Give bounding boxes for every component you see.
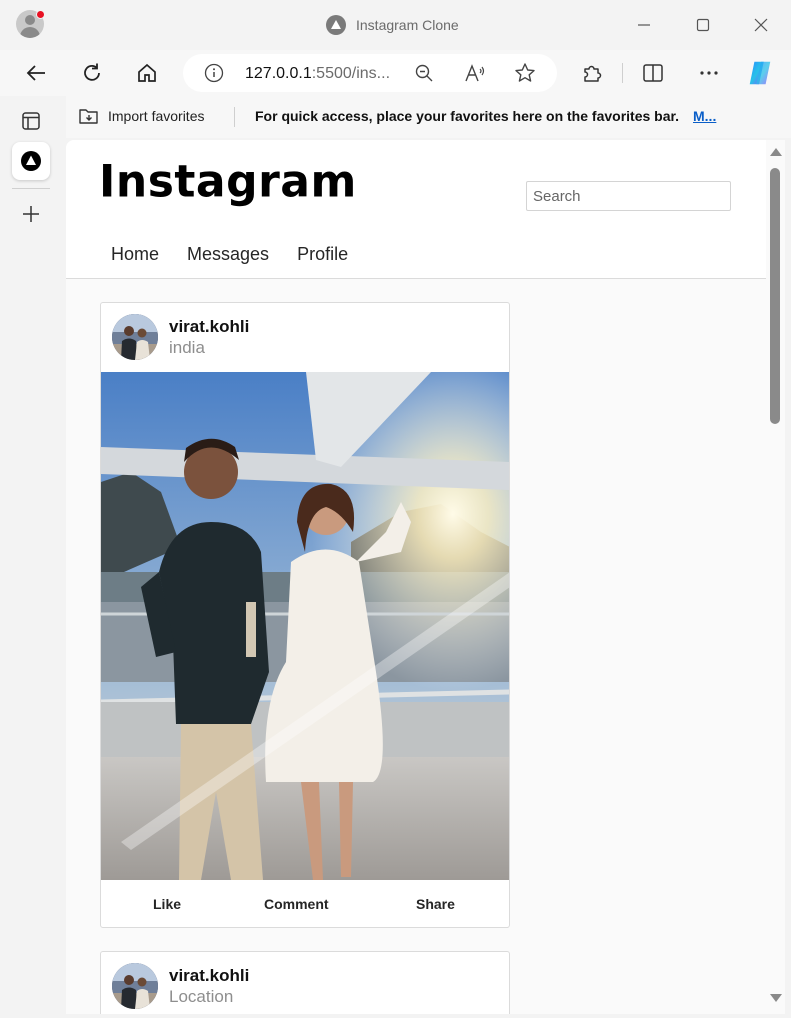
post-header: virat.kohli india [101,303,509,372]
site-favicon-icon [326,15,346,35]
new-tab-icon[interactable] [12,195,50,233]
post-location: india [169,338,205,357]
read-aloud-icon[interactable] [464,62,486,84]
search-input[interactable] [526,181,731,211]
scrollbar-thumb[interactable] [770,168,780,424]
vertical-tab-bar [0,96,62,1018]
import-favorites-icon [79,109,98,124]
zoom-out-icon[interactable] [413,62,435,84]
scroll-down-arrow-icon[interactable] [770,994,782,1002]
post-avatar[interactable] [112,963,158,1009]
maximize-button[interactable] [690,12,716,38]
scroll-up-arrow-icon[interactable] [770,148,782,156]
post-username[interactable]: virat.kohli [169,966,249,986]
split-screen-icon[interactable] [639,59,667,87]
post-photo[interactable] [101,372,510,880]
tab-actions-icon[interactable] [12,102,50,140]
copilot-icon[interactable] [746,59,774,87]
page-scrollbar[interactable] [766,140,785,1014]
favorites-more-link[interactable]: M... [693,108,716,124]
favorite-star-icon[interactable] [514,62,536,84]
nav-profile-link[interactable]: Profile [297,244,348,265]
import-favorites-label: Import favorites [108,108,205,124]
minimize-button[interactable] [631,12,657,38]
like-button[interactable]: Like [153,896,181,912]
favorites-hint: For quick access, place your favorites h… [255,108,680,124]
url-path: :5500/ins... [311,65,391,82]
nav-home-link[interactable]: Home [111,244,159,265]
post-actions: Like Comment Share [101,880,509,927]
home-button[interactable] [133,59,161,87]
window-title-bar: Instagram Clone [0,0,791,50]
vertical-tab-instagram[interactable] [12,142,50,180]
toolbar-divider [622,63,623,83]
address-bar[interactable]: 127.0.0.1:5500/ins... [183,54,557,92]
import-favorites-button[interactable]: Import favorites [78,106,204,126]
post-header: virat.kohli Location [101,952,509,1014]
url-text[interactable]: 127.0.0.1:5500/ins... [245,65,390,83]
post-card: virat.kohli india Like Comment Share [100,302,510,928]
sidebar-divider [12,188,50,189]
site-logo[interactable]: Instagram [99,155,357,207]
site-header: Instagram Home Messages Profile [66,140,766,279]
favorites-bar: Import favorites For quick access, place… [66,96,791,138]
post-location: Location [169,987,234,1006]
notification-dot [36,10,45,19]
main-nav: Home Messages Profile [111,244,348,265]
tab-title-text: Instagram Clone [356,17,459,33]
post-username[interactable]: virat.kohli [169,317,249,337]
browser-toolbar: 127.0.0.1:5500/ins... [0,50,791,96]
refresh-button[interactable] [78,59,106,87]
active-tab[interactable]: Instagram Clone [326,14,459,36]
share-button[interactable]: Share [416,896,455,912]
web-page: Instagram Home Messages Profile virat [66,140,766,1014]
url-host: 127.0.0.1 [245,65,312,82]
extensions-icon[interactable] [578,59,606,87]
back-button[interactable] [22,59,50,87]
site-info-icon[interactable] [203,62,225,84]
more-options-icon[interactable] [695,59,723,87]
comment-button[interactable]: Comment [264,896,329,912]
post-avatar[interactable] [112,314,158,360]
close-window-button[interactable] [748,12,774,38]
favorites-divider [234,107,235,127]
post-card: virat.kohli Location [100,951,510,1014]
nav-messages-link[interactable]: Messages [187,244,269,265]
